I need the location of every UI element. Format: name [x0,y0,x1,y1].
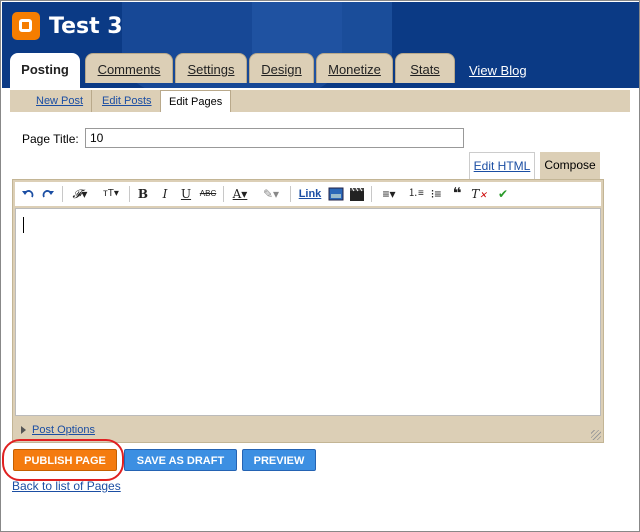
subtab-new-post[interactable]: New Post [28,90,93,112]
highlight-color-icon[interactable]: ✎▾ [259,185,283,203]
header: Test 3 Posting Comments Settings Design … [2,2,639,88]
page-title-label: Page Title: [22,132,79,146]
triangle-right-icon [21,426,26,435]
tab-monetize[interactable]: Monetize [316,53,393,83]
view-blog-link[interactable]: View Blog [469,63,527,78]
font-size-icon[interactable]: тT▾ [99,185,123,203]
bold-icon[interactable]: B [135,185,151,203]
insert-video-icon[interactable] [349,185,365,203]
underline-icon[interactable]: U [179,185,193,203]
back-to-pages-link[interactable]: Back to list of Pages [12,479,121,493]
blockquote-icon[interactable]: ❝ [450,185,464,203]
subtab-bar: New Post Edit Posts Edit Pages [2,88,639,112]
tab-comments[interactable]: Comments [85,53,173,83]
text-color-icon[interactable]: A▾ [229,185,251,203]
tab-stats[interactable]: Stats [395,53,455,83]
spellcheck-icon[interactable]: ✔ [495,185,511,203]
post-body-editor[interactable] [15,208,601,416]
tab-settings[interactable]: Settings [175,53,247,83]
page-title-input[interactable] [85,128,464,148]
highlight-circle-annotation [2,439,124,481]
redo-icon[interactable] [41,185,55,203]
italic-icon[interactable]: I [158,185,172,203]
resize-grip-icon[interactable] [591,430,601,440]
font-family-icon[interactable]: 𝓕▾ [69,185,91,203]
post-options-toggle[interactable]: Post Options [21,424,95,436]
subtab-edit-pages[interactable]: Edit Pages [160,90,232,112]
insert-image-icon[interactable] [328,185,344,203]
post-editor: 𝓕▾ тT▾ B I U ABC A▾ ✎▾ Link ≡▾ ⒈≡ ⁝≡ ❝ T… [12,179,604,443]
remove-formatting-icon[interactable]: T✕ [471,185,487,203]
subtab-edit-posts[interactable]: Edit Posts [94,90,161,112]
edit-html-tab[interactable]: Edit HTML [469,152,535,179]
link-button[interactable]: Link [298,185,322,203]
save-as-draft-button[interactable]: SAVE AS DRAFT [124,449,237,471]
numbered-list-icon[interactable]: ⒈≡ [408,185,424,203]
undo-icon[interactable] [21,185,35,203]
blogger-logo-icon[interactable] [12,12,40,40]
blog-title: Test 3 [49,14,123,39]
text-caret [23,217,24,233]
compose-tab[interactable]: Compose [540,152,600,179]
strikethrough-icon[interactable]: ABC [199,185,217,203]
tab-design[interactable]: Design [249,53,314,83]
align-icon[interactable]: ≡▾ [377,185,401,203]
bullet-list-icon[interactable]: ⁝≡ [429,185,443,203]
editor-toolbar: 𝓕▾ тT▾ B I U ABC A▾ ✎▾ Link ≡▾ ⒈≡ ⁝≡ ❝ T… [15,182,601,206]
preview-button[interactable]: PREVIEW [242,449,316,471]
app-window: Test 3 Posting Comments Settings Design … [0,0,640,532]
tab-posting[interactable]: Posting [10,53,80,88]
